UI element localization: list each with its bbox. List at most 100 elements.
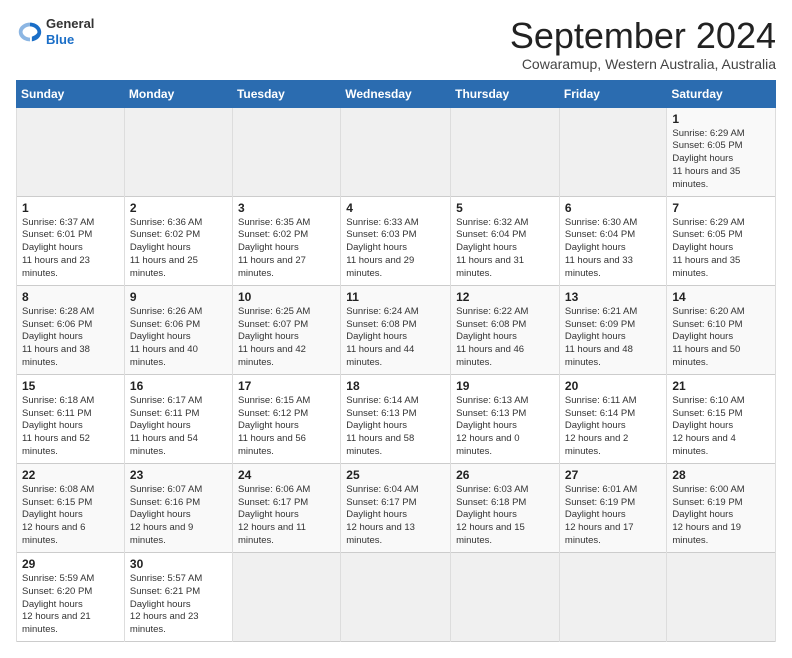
day-number: 30 <box>130 557 227 571</box>
calendar-cell <box>451 107 560 196</box>
day-info: Sunrise: 6:18 AMSunset: 6:11 PMDaylight … <box>22 395 119 459</box>
calendar-cell: 12Sunrise: 6:22 AMSunset: 6:08 PMDayligh… <box>451 285 560 374</box>
day-info: Sunrise: 6:25 AMSunset: 6:07 PMDaylight … <box>238 306 335 370</box>
col-header-tuesday: Tuesday <box>232 80 340 107</box>
day-number: 22 <box>22 468 119 482</box>
day-number: 1 <box>672 112 770 126</box>
day-info: Sunrise: 6:10 AMSunset: 6:15 PMDaylight … <box>672 395 770 459</box>
day-number: 2 <box>130 201 227 215</box>
day-number: 14 <box>672 290 770 304</box>
calendar-cell: 9 Sunrise: 6:26 AMSunset: 6:06 PMDaylight… <box>124 285 232 374</box>
day-info: Sunrise: 6:32 AMSunset: 6:04 PMDaylight … <box>456 217 554 281</box>
day-number: 28 <box>672 468 770 482</box>
day-info: Sunrise: 5:59 AMSunset: 6:20 PMDaylight … <box>22 573 119 637</box>
page-header: General Blue September 2024 Cowaramup, W… <box>16 16 776 72</box>
day-info: Sunrise: 6:29 AMSunset: 6:05 PMDaylight … <box>672 128 770 192</box>
col-header-wednesday: Wednesday <box>341 80 451 107</box>
calendar-cell: 16Sunrise: 6:17 AMSunset: 6:11 PMDayligh… <box>124 374 232 463</box>
logo-text: General Blue <box>46 16 94 47</box>
calendar-cell: 15Sunrise: 6:18 AMSunset: 6:11 PMDayligh… <box>17 374 125 463</box>
day-info: Sunrise: 6:06 AMSunset: 6:17 PMDaylight … <box>238 484 335 548</box>
col-header-friday: Friday <box>559 80 666 107</box>
day-number: 24 <box>238 468 335 482</box>
title-block: September 2024 Cowaramup, Western Austra… <box>510 16 776 72</box>
calendar-cell: 20 Sunrise: 6:11 AMSunset: 6:14 PMDayligh… <box>559 374 666 463</box>
calendar-cell <box>232 552 340 641</box>
day-info: Sunrise: 6:11 AMSunset: 6:14 PMDaylight … <box>565 395 661 459</box>
calendar-cell: 3 Sunrise: 6:35 AMSunset: 6:02 PMDaylight… <box>232 196 340 285</box>
calendar-cell: 29 Sunrise: 5:59 AMSunset: 6:20 PMDayligh… <box>17 552 125 641</box>
day-info: Sunrise: 6:36 AMSunset: 6:02 PMDaylight … <box>130 217 227 281</box>
calendar-cell: 30 Sunrise: 5:57 AMSunset: 6:21 PMDayligh… <box>124 552 232 641</box>
day-info: Sunrise: 6:20 AMSunset: 6:10 PMDaylight … <box>672 306 770 370</box>
calendar-week-3: 8 Sunrise: 6:28 AMSunset: 6:06 PMDaylight… <box>17 285 776 374</box>
calendar-cell <box>559 107 666 196</box>
day-info: Sunrise: 6:26 AMSunset: 6:06 PMDaylight … <box>130 306 227 370</box>
day-info: Sunrise: 6:15 AMSunset: 6:12 PMDaylight … <box>238 395 335 459</box>
month-title: September 2024 <box>510 16 776 56</box>
calendar-week-6: 29 Sunrise: 5:59 AMSunset: 6:20 PMDayligh… <box>17 552 776 641</box>
day-number: 21 <box>672 379 770 393</box>
day-number: 13 <box>565 290 661 304</box>
day-number: 20 <box>565 379 661 393</box>
calendar-cell: 17 Sunrise: 6:15 AMSunset: 6:12 PMDayligh… <box>232 374 340 463</box>
calendar-cell: 22 Sunrise: 6:08 AMSunset: 6:15 PMDayligh… <box>17 463 125 552</box>
day-number: 4 <box>346 201 445 215</box>
day-info: Sunrise: 6:35 AMSunset: 6:02 PMDaylight … <box>238 217 335 281</box>
day-info: Sunrise: 6:00 AMSunset: 6:19 PMDaylight … <box>672 484 770 548</box>
calendar-week-4: 15Sunrise: 6:18 AMSunset: 6:11 PMDayligh… <box>17 374 776 463</box>
day-info: Sunrise: 6:14 AMSunset: 6:13 PMDaylight … <box>346 395 445 459</box>
day-info: Sunrise: 6:08 AMSunset: 6:15 PMDaylight … <box>22 484 119 548</box>
calendar-cell <box>341 552 451 641</box>
day-number: 7 <box>672 201 770 215</box>
day-info: Sunrise: 6:28 AMSunset: 6:06 PMDaylight … <box>22 306 119 370</box>
day-number: 8 <box>22 290 119 304</box>
day-number: 23 <box>130 468 227 482</box>
day-info: Sunrise: 6:07 AMSunset: 6:16 PMDaylight … <box>130 484 227 548</box>
calendar-cell: 21 Sunrise: 6:10 AMSunset: 6:15 PMDayligh… <box>667 374 776 463</box>
day-number: 1 <box>22 201 119 215</box>
day-number: 3 <box>238 201 335 215</box>
day-info: Sunrise: 6:01 AMSunset: 6:19 PMDaylight … <box>565 484 661 548</box>
calendar-cell: 26 Sunrise: 6:03 AMSunset: 6:18 PMDayligh… <box>451 463 560 552</box>
calendar-table: SundayMondayTuesdayWednesdayThursdayFrid… <box>16 80 776 642</box>
calendar-cell <box>124 107 232 196</box>
calendar-cell: 14 Sunrise: 6:20 AMSunset: 6:10 PMDayligh… <box>667 285 776 374</box>
day-info: Sunrise: 6:03 AMSunset: 6:18 PMDaylight … <box>456 484 554 548</box>
logo-icon <box>16 18 44 46</box>
day-number: 29 <box>22 557 119 571</box>
calendar-cell: 1 Sunrise: 6:29 AMSunset: 6:05 PMDaylight… <box>667 107 776 196</box>
calendar-cell <box>232 107 340 196</box>
day-info: Sunrise: 6:24 AMSunset: 6:08 PMDaylight … <box>346 306 445 370</box>
day-number: 26 <box>456 468 554 482</box>
day-number: 19 <box>456 379 554 393</box>
calendar-header: SundayMondayTuesdayWednesdayThursdayFrid… <box>17 80 776 107</box>
day-number: 9 <box>130 290 227 304</box>
day-number: 16 <box>130 379 227 393</box>
day-number: 18 <box>346 379 445 393</box>
calendar-cell: 4Sunrise: 6:33 AMSunset: 6:03 PMDaylight… <box>341 196 451 285</box>
day-info: Sunrise: 6:30 AMSunset: 6:04 PMDaylight … <box>565 217 661 281</box>
day-number: 25 <box>346 468 445 482</box>
calendar-cell: 10 Sunrise: 6:25 AMSunset: 6:07 PMDayligh… <box>232 285 340 374</box>
calendar-cell: 8 Sunrise: 6:28 AMSunset: 6:06 PMDaylight… <box>17 285 125 374</box>
day-info: Sunrise: 6:37 AMSunset: 6:01 PMDaylight … <box>22 217 119 281</box>
calendar-cell: 25Sunrise: 6:04 AMSunset: 6:17 PMDayligh… <box>341 463 451 552</box>
day-number: 17 <box>238 379 335 393</box>
calendar-cell <box>17 107 125 196</box>
calendar-cell <box>667 552 776 641</box>
col-header-sunday: Sunday <box>17 80 125 107</box>
day-number: 10 <box>238 290 335 304</box>
day-info: Sunrise: 6:13 AMSunset: 6:13 PMDaylight … <box>456 395 554 459</box>
calendar-cell: 2 Sunrise: 6:36 AMSunset: 6:02 PMDaylight… <box>124 196 232 285</box>
calendar-cell: 18 Sunrise: 6:14 AMSunset: 6:13 PMDayligh… <box>341 374 451 463</box>
day-info: Sunrise: 6:22 AMSunset: 6:08 PMDaylight … <box>456 306 554 370</box>
calendar-cell: 5Sunrise: 6:32 AMSunset: 6:04 PMDaylight… <box>451 196 560 285</box>
day-number: 27 <box>565 468 661 482</box>
day-info: Sunrise: 6:21 AMSunset: 6:09 PMDaylight … <box>565 306 661 370</box>
calendar-cell <box>559 552 666 641</box>
day-info: Sunrise: 5:57 AMSunset: 6:21 PMDaylight … <box>130 573 227 637</box>
location-subtitle: Cowaramup, Western Australia, Australia <box>510 56 776 72</box>
logo: General Blue <box>16 16 94 47</box>
day-number: 6 <box>565 201 661 215</box>
